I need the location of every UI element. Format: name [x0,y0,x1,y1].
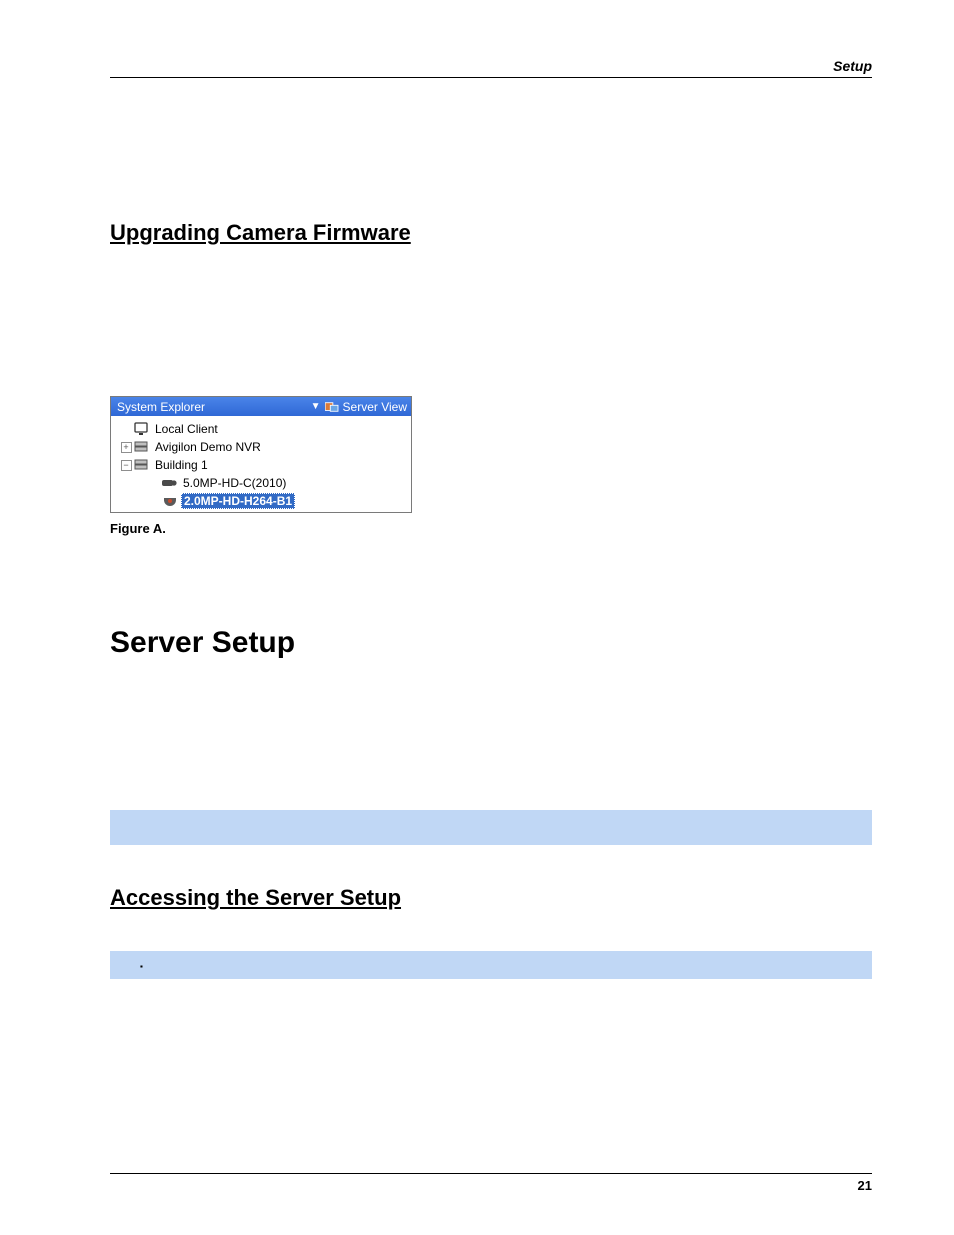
figure-caption: Figure A. [110,521,872,536]
note-box [110,810,872,845]
tree-label-local-client: Local Client [153,422,220,436]
page-number: 21 [110,1178,872,1193]
tree-label-building-1: Building 1 [153,458,210,472]
system-explorer-tree: Local Client + Avigilon Demo NVR − [111,416,411,512]
collapse-icon[interactable]: − [121,460,132,471]
tree-label-camera-2mp: 2.0MP-HD-H264-B1 [181,493,295,509]
expand-icon[interactable]: + [121,442,132,453]
heading-server-setup: Server Setup [110,626,872,660]
tree-row-avigilon-demo-nvr[interactable]: + Avigilon Demo NVR [113,438,409,456]
server-icon [134,440,150,454]
tree-row-local-client[interactable]: Local Client [113,420,409,438]
system-explorer-header[interactable]: System Explorer ▼ Server View [111,397,411,416]
server-view-icon[interactable] [325,401,339,413]
page-footer: 21 [110,1173,872,1193]
monitor-icon [134,422,150,436]
page: Setup Upgrading Camera Firmware System E… [0,0,954,1235]
server-icon [134,458,150,472]
tree-label-avigilon-demo: Avigilon Demo NVR [153,440,263,454]
spacer [110,286,872,396]
dropdown-icon[interactable]: ▼ [311,401,321,412]
tree-label-camera-5mp: 5.0MP-HD-C(2010) [181,476,288,490]
tree-row-camera-5mp[interactable]: 5.0MP-HD-C(2010) [113,474,409,492]
tree-row-building-1[interactable]: − Building 1 [113,456,409,474]
tree-row-camera-2mp-selected[interactable]: 2.0MP-HD-H264-B1 [113,492,409,510]
server-view-label[interactable]: Server View [343,400,407,414]
header-section-label: Setup [110,58,872,77]
footer-rule [110,1173,872,1174]
system-explorer-panel: System Explorer ▼ Server View Loc [110,396,412,513]
camera-dome-icon [162,494,178,508]
camera-icon [162,476,178,490]
system-explorer-title: System Explorer [117,400,309,414]
heading-upgrading-camera-firmware: Upgrading Camera Firmware [110,220,872,246]
header-rule [110,77,872,78]
heading-accessing-server-setup: Accessing the Server Setup [110,885,872,911]
note-box-small [110,951,872,979]
